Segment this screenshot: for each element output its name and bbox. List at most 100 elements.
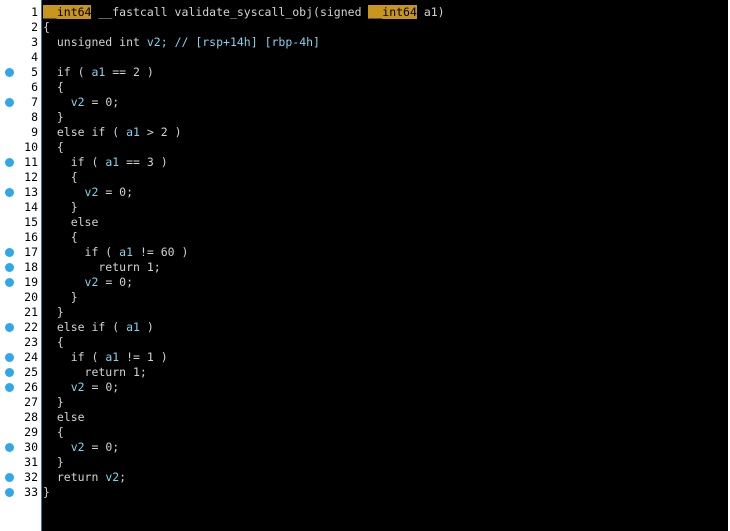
code-line[interactable]: 28 else (0, 410, 727, 425)
pseudocode-editor[interactable]: 1 __int64 __fastcall validate_syscall_obj… (0, 0, 730, 531)
code-line[interactable]: 23 { (0, 335, 727, 350)
code-token: = 0; (84, 380, 120, 394)
code-text[interactable]: if ( a1 == 2 ) (43, 65, 154, 80)
code-text[interactable]: } (43, 485, 50, 500)
code-token: if ( (43, 350, 106, 364)
code-line[interactable]: 20 } (0, 290, 727, 305)
code-line[interactable]: 9 else if ( a1 > 2 ) (0, 125, 727, 140)
line-number: 31 (24, 455, 38, 469)
code-line[interactable]: 33} (0, 485, 727, 500)
code-line[interactable]: 14 } (0, 200, 727, 215)
breakpoint-dot-icon[interactable] (5, 158, 14, 167)
code-text[interactable]: else (43, 410, 85, 425)
code-token: else if ( (43, 125, 127, 139)
code-token: != 60 ) (133, 245, 189, 259)
code-line[interactable]: 5 if ( a1 == 2 ) (0, 65, 727, 80)
code-token: else (43, 215, 99, 229)
code-text[interactable]: { (43, 230, 78, 245)
breakpoint-dot-icon[interactable] (5, 68, 14, 77)
code-text[interactable]: { (43, 425, 64, 440)
code-text[interactable]: return 1; (43, 260, 161, 275)
breakpoint-dot-icon[interactable] (5, 323, 14, 332)
code-line[interactable]: 21 } (0, 305, 727, 320)
code-text[interactable]: else if ( a1 > 2 ) (43, 125, 182, 140)
code-line[interactable]: 16 { (0, 230, 727, 245)
code-text[interactable]: } (43, 200, 78, 215)
code-text[interactable]: else if ( a1 ) (43, 320, 154, 335)
code-text[interactable]: v2 = 0; (43, 95, 119, 110)
code-line[interactable]: 22 else if ( a1 ) (0, 320, 727, 335)
code-text[interactable]: { (43, 140, 64, 155)
code-line[interactable]: 6 { (0, 80, 727, 95)
line-number: 21 (24, 305, 38, 319)
code-line[interactable]: 3 unsigned int v2; // [rsp+14h] [rbp-4h] (0, 35, 727, 50)
code-token: return 1; (43, 260, 161, 274)
code-text[interactable]: if ( a1 == 3 ) (43, 155, 168, 170)
code-line[interactable]: 17 if ( a1 != 60 ) (0, 245, 727, 260)
code-line[interactable]: 27 } (0, 395, 727, 410)
code-text[interactable]: } (43, 290, 78, 305)
code-line[interactable]: 32 return v2; (0, 470, 727, 485)
line-number: 12 (24, 170, 38, 184)
code-line[interactable]: 25 return 1; (0, 365, 727, 380)
code-line[interactable]: 4 (0, 50, 727, 65)
breakpoint-dot-icon[interactable] (5, 368, 14, 377)
breakpoint-dot-icon[interactable] (5, 473, 14, 482)
code-token: ) (139, 320, 154, 334)
code-text[interactable]: return 1; (43, 365, 147, 380)
code-line[interactable]: 1 __int64 __fastcall validate_syscall_obj… (0, 5, 727, 20)
code-line[interactable]: 7 v2 = 0; (0, 95, 727, 110)
code-line[interactable]: 24 if ( a1 != 1 ) (0, 350, 727, 365)
code-text[interactable]: if ( a1 != 60 ) (43, 245, 189, 260)
code-text[interactable]: return v2; (43, 470, 126, 485)
code-line[interactable]: 13 v2 = 0; (0, 185, 727, 200)
code-token: ; (119, 470, 127, 484)
breakpoint-dot-icon[interactable] (5, 443, 14, 452)
breakpoint-dot-icon[interactable] (5, 98, 14, 107)
code-token: { (43, 170, 78, 184)
breakpoint-dot-icon[interactable] (5, 248, 14, 257)
code-text[interactable]: { (43, 335, 64, 350)
code-text[interactable]: { (43, 80, 64, 95)
code-token: return 1; (43, 365, 147, 379)
code-text[interactable]: { (43, 170, 78, 185)
line-number: 16 (24, 230, 38, 244)
code-line[interactable]: 11 if ( a1 == 3 ) (0, 155, 727, 170)
code-line[interactable]: 10 { (0, 140, 727, 155)
code-text[interactable]: { (43, 20, 50, 35)
code-text[interactable]: __int64 __fastcall validate_syscall_obj(… (43, 5, 445, 20)
code-text[interactable]: if ( a1 != 1 ) (43, 350, 168, 365)
code-line[interactable]: 15 else (0, 215, 727, 230)
code-text[interactable]: unsigned int v2; // [rsp+14h] [rbp-4h] (43, 35, 320, 50)
breakpoint-dot-icon[interactable] (5, 353, 14, 362)
code-line[interactable]: 30 v2 = 0; (0, 440, 727, 455)
code-text[interactable]: v2 = 0; (43, 380, 119, 395)
code-line[interactable]: 26 v2 = 0; (0, 380, 727, 395)
code-text[interactable]: } (43, 305, 64, 320)
code-text[interactable]: v2 = 0; (43, 440, 119, 455)
code-text[interactable]: else (43, 215, 99, 230)
breakpoint-dot-icon[interactable] (5, 278, 14, 287)
code-text[interactable]: } (43, 110, 64, 125)
identifier-token: v2 (70, 440, 85, 454)
code-text[interactable]: v2 = 0; (43, 185, 133, 200)
identifier-token: a1 (91, 65, 106, 79)
code-line[interactable]: 29 { (0, 425, 727, 440)
code-line[interactable]: 18 return 1; (0, 260, 727, 275)
code-line[interactable]: 31 } (0, 455, 727, 470)
breakpoint-dot-icon[interactable] (5, 188, 14, 197)
code-line[interactable]: 19 v2 = 0; (0, 275, 727, 290)
breakpoint-dot-icon[interactable] (5, 488, 14, 497)
type-keyword-token: __int64 (368, 5, 417, 19)
code-text[interactable]: } (43, 455, 64, 470)
code-token: { (43, 140, 64, 154)
code-line[interactable]: 2{ (0, 20, 727, 35)
code-text[interactable]: } (43, 395, 64, 410)
code-line[interactable]: 12 { (0, 170, 727, 185)
code-line[interactable]: 8 } (0, 110, 727, 125)
breakpoint-dot-icon[interactable] (5, 263, 14, 272)
breakpoint-dot-icon[interactable] (5, 383, 14, 392)
code-text[interactable]: v2 = 0; (43, 275, 133, 290)
line-number: 25 (24, 365, 38, 379)
